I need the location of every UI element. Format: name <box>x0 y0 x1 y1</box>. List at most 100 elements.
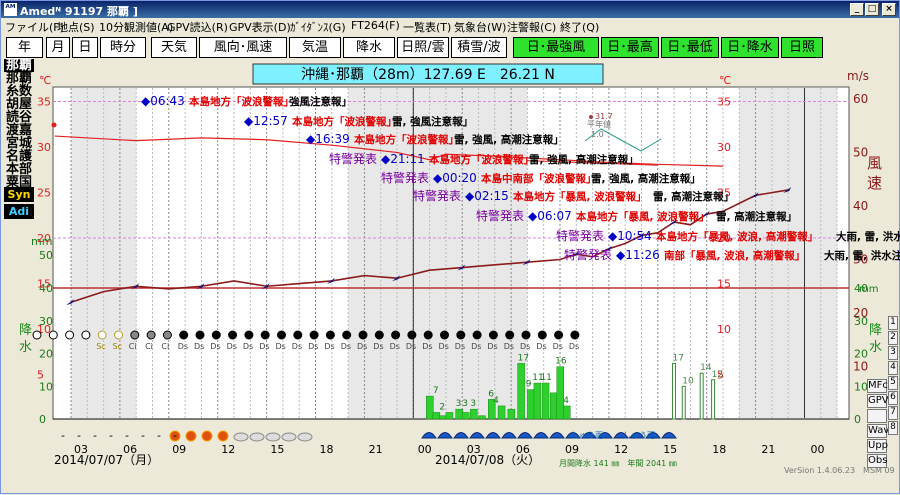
x-tick: 09 <box>172 443 186 456</box>
right-tab[interactable]: 4 <box>888 361 898 375</box>
precip-label: 4 <box>563 396 569 406</box>
mm-tick-right: 10 <box>854 380 868 393</box>
wind-speed-label-1: 風 <box>867 154 882 172</box>
precip-bar <box>445 412 454 420</box>
precip-label: 4 <box>493 396 499 406</box>
obs-button[interactable]: Obs <box>867 454 887 468</box>
temp-tick-right: 35 <box>717 96 731 109</box>
precip-bar <box>541 382 550 420</box>
date-label-2: 2014/07/08（火） <box>435 453 540 467</box>
right-tab[interactable]: 6 <box>888 391 898 405</box>
umbrella-icon <box>421 432 437 439</box>
warning-time: ◆21:11 <box>381 152 425 166</box>
warning-black: 雷, 高潮注意報」 <box>653 190 734 203</box>
weather-circle <box>358 330 368 340</box>
weather-circle <box>537 330 547 340</box>
weather-code: Ds <box>276 342 286 351</box>
weather-code: Ds <box>422 342 432 351</box>
weather-code: Ds <box>439 342 449 351</box>
weather-code: Sc <box>96 342 105 351</box>
warning-black: 雷, 高潮注意報」 <box>716 210 797 223</box>
weather-circle <box>130 330 140 340</box>
weather-code: Ds <box>324 342 334 351</box>
right-tab[interactable]: 2 <box>888 331 898 345</box>
weather-circle <box>407 330 417 340</box>
warning-red: 本島地方「波浪警報」 <box>292 115 397 128</box>
weather-circle <box>488 330 498 340</box>
precip-forecast-bar <box>681 385 686 420</box>
weather-circle <box>472 330 482 340</box>
umbrella-icon <box>453 432 469 439</box>
x-dash: - <box>125 429 129 442</box>
x-dash: - <box>141 429 145 442</box>
precip-label: 2 <box>439 402 445 412</box>
weather-circle <box>211 330 221 340</box>
mfc-button[interactable]: MFc <box>867 379 888 393</box>
warning-black: 雷, 強風, 高潮注意報」 <box>529 153 639 166</box>
umbrella-icon <box>661 432 677 439</box>
weather-circle <box>554 330 564 340</box>
precip-bar <box>507 408 516 420</box>
weather-circle <box>81 330 91 340</box>
precip-label: 12 <box>712 370 723 380</box>
x-tick: 00 <box>418 443 432 456</box>
weather-circle <box>293 330 303 340</box>
warning-red: 本島地方「波浪警報」 <box>354 133 459 146</box>
precip-label-left-2: 水 <box>19 340 32 355</box>
weather-circle <box>342 330 352 340</box>
precip-label: 3 <box>462 399 468 409</box>
weather-code: Ci <box>145 342 153 351</box>
right-tab[interactable]: 3 <box>888 346 898 360</box>
umbrella-icon <box>517 432 533 439</box>
weather-code: Ds <box>292 342 302 351</box>
x-tick: 12 <box>221 443 235 456</box>
right-tab[interactable]: 1 <box>888 316 898 330</box>
temp-tick-right: 15 <box>717 278 731 291</box>
precip-label-right-1: 降 <box>869 323 882 338</box>
mm-tick-right: 20 <box>854 348 868 361</box>
warning-red: 本島地方「暴風, 波浪警報」 <box>576 210 710 223</box>
weather-code: Ds <box>487 342 497 351</box>
weather-circle <box>456 330 466 340</box>
weather-circle <box>440 330 449 340</box>
warning-time: ◆16:39 <box>306 132 350 146</box>
precip-bar <box>432 412 441 420</box>
weather-circle <box>521 330 531 340</box>
right-tab[interactable]: 8 <box>888 421 898 435</box>
weather-code: Ds <box>504 342 514 351</box>
wind-tick: 40 <box>853 199 868 213</box>
precip-forecast-bar <box>699 372 704 420</box>
warning-time: ◆02:15 <box>465 189 509 203</box>
x-tick: 15 <box>270 443 284 456</box>
weather-code: Ds <box>308 342 318 351</box>
weather-circle <box>423 330 433 340</box>
warning-tag: 特警発表 <box>329 151 377 166</box>
precip-label: 10 <box>682 376 694 386</box>
weather-circle <box>260 330 270 340</box>
cloud-icon <box>281 432 297 442</box>
gpv-button[interactable]: GPV <box>867 394 889 408</box>
warning-red: 南部「暴風, 波浪, 高潮警報」 <box>664 249 805 262</box>
cloud-icon <box>265 432 281 442</box>
checkbox-button[interactable] <box>867 409 887 423</box>
upp-button[interactable]: Upp <box>867 439 888 453</box>
right-tab[interactable]: 7 <box>888 406 898 420</box>
precip-bar <box>556 366 564 420</box>
x-dash: - <box>173 429 177 442</box>
precip-bar <box>497 405 506 420</box>
wav-button[interactable]: Wav <box>867 424 889 438</box>
warning-black: 雷, 強風, 高潮注意報」 <box>454 133 564 146</box>
precip-bar <box>563 405 571 420</box>
warning-time: ◆10:54 <box>608 229 652 243</box>
warning-tag: 特警発表 <box>413 188 461 203</box>
wind-tick: 60 <box>853 92 868 106</box>
app-window: ᴬᴹ Amedᴺ 91197 那覇 ] _ □ × ファイル(F) 地点(S) … <box>0 0 900 494</box>
header-title: 沖縄･那覇（28m）127.69 E 26.21 N <box>301 67 555 83</box>
weather-code: Ds <box>259 342 269 351</box>
temp-tick: 20 <box>37 232 51 245</box>
weather-code: Ds <box>406 342 416 351</box>
right-tab[interactable]: 5 <box>888 376 898 390</box>
warning-black: 雷, 強風, 高潮注意報」 <box>591 172 701 185</box>
warning-time: ◆12:57 <box>244 114 288 128</box>
x-tick: 12 <box>614 443 628 456</box>
